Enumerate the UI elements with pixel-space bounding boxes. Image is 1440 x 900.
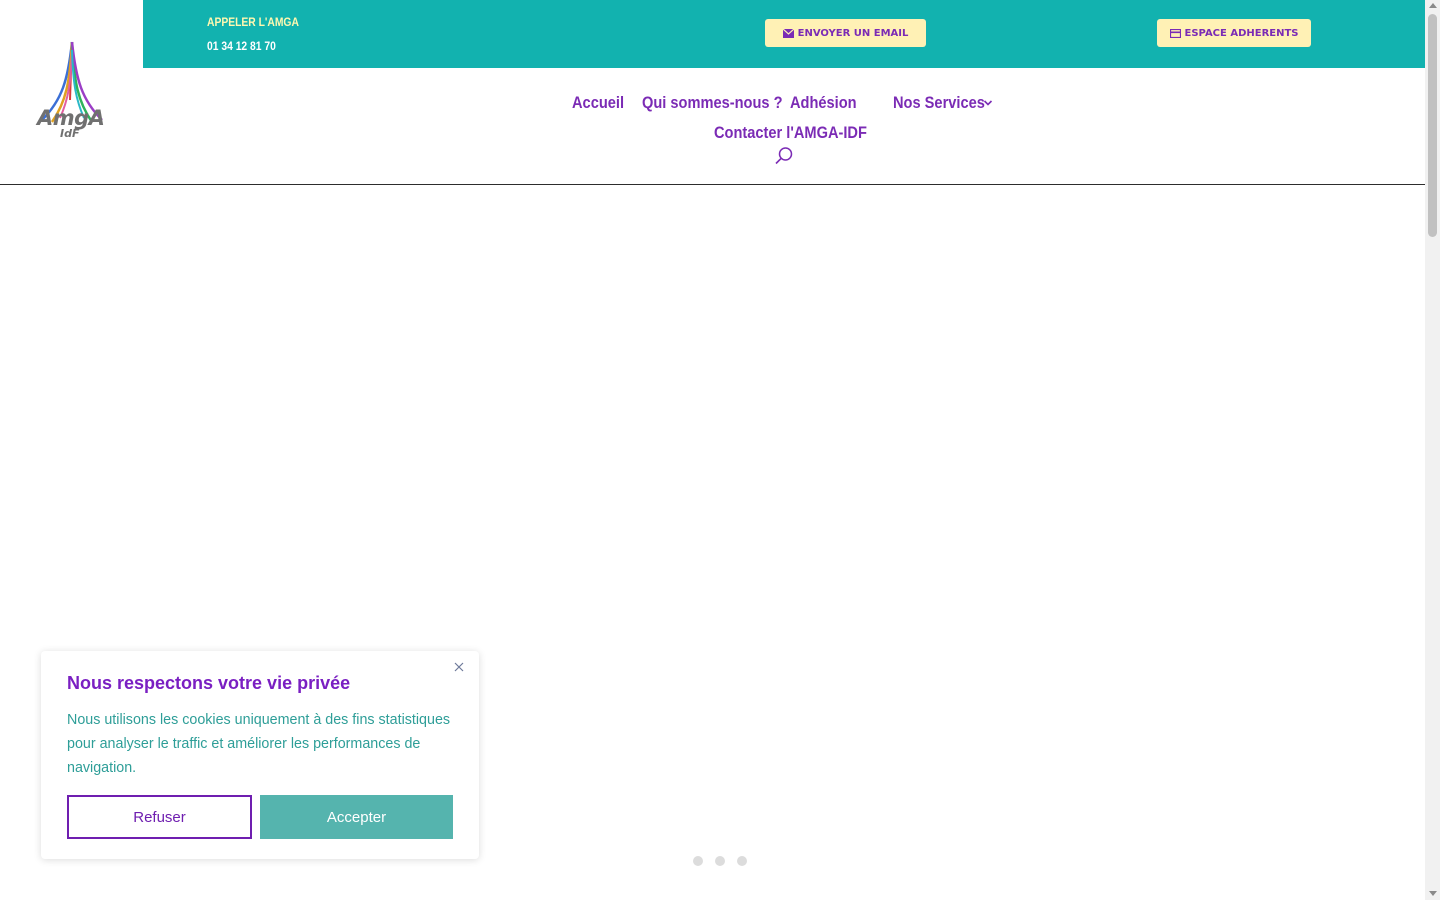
scrollbar[interactable] <box>1425 0 1440 900</box>
nav-item-nos-services[interactable]: Nos Services <box>893 93 985 113</box>
scrollbar-thumb[interactable] <box>1428 14 1437 237</box>
slider-dot[interactable] <box>693 856 703 866</box>
accept-button[interactable]: Accepter <box>260 795 453 839</box>
scroll-up-arrow-icon[interactable] <box>1429 3 1437 8</box>
slider-dot[interactable] <box>715 856 725 866</box>
member-area-button[interactable]: ESPACE ADHERENTS <box>1157 19 1311 47</box>
cookie-title: Nous respectons votre vie privée <box>67 673 351 693</box>
nav-item-contact[interactable]: Contacter l'AMGA-IDF <box>714 123 867 143</box>
logo-area: AmgA IdF <box>0 0 143 185</box>
call-label: APPELER L'AMGA <box>207 15 299 29</box>
nav-item-accueil[interactable]: Accueil <box>572 93 624 113</box>
scroll-down-arrow-icon[interactable] <box>1429 891 1437 896</box>
chevron-down-icon[interactable] <box>983 99 993 107</box>
header-divider <box>0 184 1425 185</box>
cookie-text: Nous utilisons les cookies uniquement à … <box>67 712 451 776</box>
refuse-button[interactable]: Refuser <box>67 795 252 839</box>
slider-dot[interactable] <box>737 856 747 866</box>
send-email-button[interactable]: ENVOYER UN EMAIL <box>765 19 926 47</box>
cookie-banner: Nous respectons votre vie privée Nous ut… <box>41 651 479 859</box>
nav-item-qui-sommes-nous[interactable]: Qui sommes-nous ? <box>642 93 783 113</box>
close-icon[interactable] <box>453 661 465 673</box>
search-icon[interactable] <box>774 146 794 166</box>
logo-subtext: IdF <box>60 127 80 140</box>
member-area-label: ESPACE ADHERENTS <box>1184 27 1299 39</box>
envelope-icon <box>782 28 794 38</box>
top-bar: APPELER L'AMGA 01 34 12 81 70 ENVOYER UN… <box>143 0 1425 68</box>
send-email-label: ENVOYER UN EMAIL <box>797 27 909 39</box>
card-icon <box>1169 28 1181 38</box>
logo-text: AmgA <box>37 106 105 130</box>
nav-item-adhesion[interactable]: Adhésion <box>790 93 857 113</box>
phone-number[interactable]: 01 34 12 81 70 <box>207 39 276 53</box>
slider-dots <box>693 856 747 866</box>
